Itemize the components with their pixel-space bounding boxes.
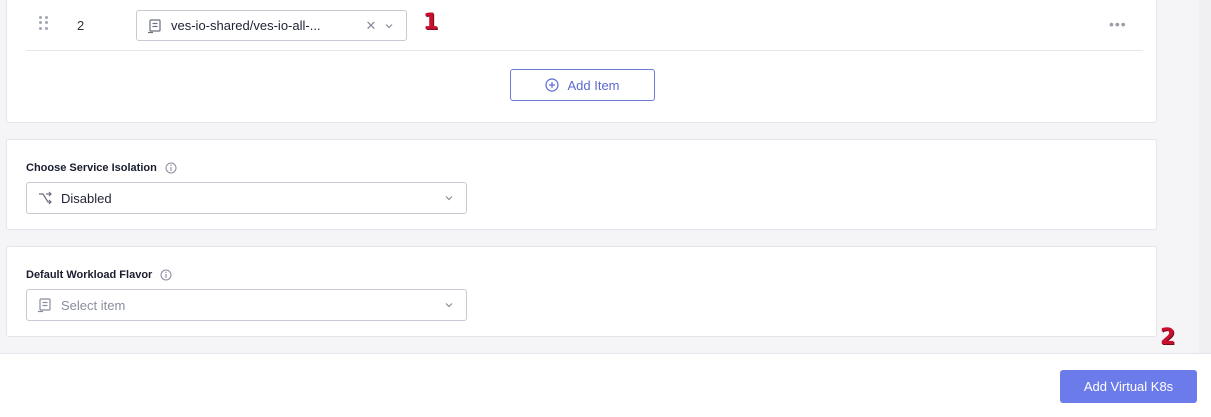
more-options-icon[interactable]: •••: [1109, 16, 1127, 32]
service-isolation-card: Choose Service Isolation Disabled: [6, 139, 1157, 230]
vertical-scrollbar[interactable]: [1199, 0, 1211, 353]
row-index: 2: [77, 18, 85, 33]
annotation-marker-2: 2: [1160, 325, 1176, 350]
workload-flavor-select[interactable]: Select item: [26, 289, 467, 321]
list-icon: [38, 298, 51, 313]
form-scroll-area: 2 ves-io-shared/ves-io-all-... ✕ ••• Add…: [0, 0, 1168, 353]
add-item-button[interactable]: Add Item: [510, 69, 655, 101]
annotation-marker-1: 1: [423, 10, 439, 35]
plus-circle-icon: [545, 78, 560, 92]
branch-icon: [39, 191, 52, 205]
item-select[interactable]: ves-io-shared/ves-io-all-... ✕: [136, 10, 407, 41]
add-item-label: Add Item: [567, 77, 620, 93]
add-virtual-k8s-button[interactable]: Add Virtual K8s: [1060, 370, 1197, 403]
info-icon[interactable]: [160, 269, 172, 281]
workload-flavor-label: Default Workload Flavor: [26, 269, 172, 281]
info-icon[interactable]: [165, 162, 177, 174]
service-isolation-label: Choose Service Isolation: [26, 162, 177, 174]
chevron-down-icon[interactable]: [444, 300, 454, 310]
list-icon: [148, 18, 161, 33]
item-select-value: ves-io-shared/ves-io-all-...: [171, 18, 321, 33]
workload-flavor-label-text: Default Workload Flavor: [26, 269, 153, 281]
form-footer: Add Virtual K8s: [0, 353, 1211, 417]
service-isolation-label-text: Choose Service Isolation: [26, 162, 157, 174]
workload-flavor-placeholder: Select item: [61, 297, 126, 313]
chevron-down-icon[interactable]: [444, 193, 454, 203]
service-isolation-select[interactable]: Disabled: [26, 182, 467, 214]
service-isolation-value: Disabled: [61, 190, 112, 206]
workload-flavor-card: Default Workload Flavor Select item: [6, 246, 1157, 337]
close-icon[interactable]: ✕: [364, 18, 378, 34]
drag-handle-icon[interactable]: [39, 16, 49, 30]
list-item: 2 ves-io-shared/ves-io-all-... ✕ •••: [26, 0, 1143, 51]
chevron-down-icon[interactable]: [384, 21, 394, 31]
items-list-card: 2 ves-io-shared/ves-io-all-... ✕ ••• Add…: [6, 0, 1157, 123]
